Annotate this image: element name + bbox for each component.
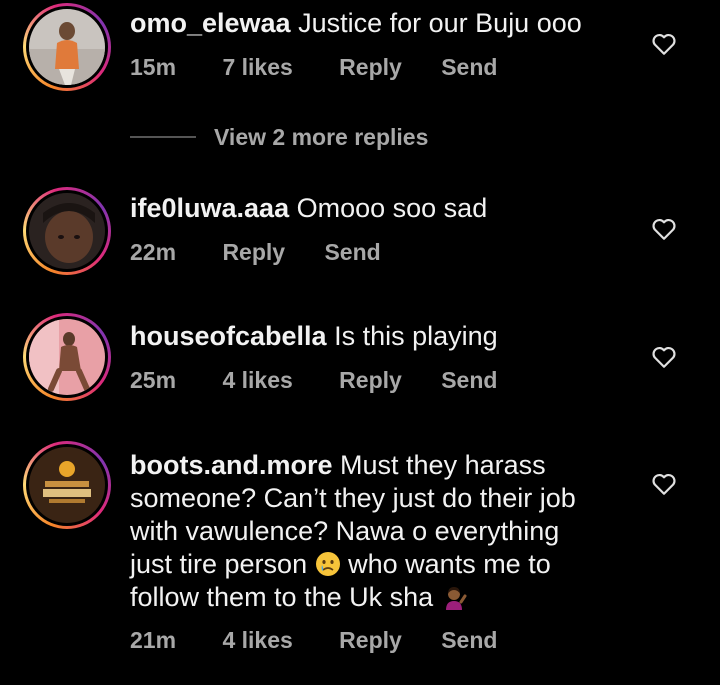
divider-line xyxy=(130,136,196,138)
avatar xyxy=(29,193,105,269)
comment-body: Justice for our Buju ooo xyxy=(298,8,582,38)
avatar-story-ring[interactable] xyxy=(23,3,111,91)
comment-meta: 25m 4 likes Reply Send xyxy=(130,367,533,394)
comment-time: 21m xyxy=(130,627,177,653)
send-button[interactable]: Send xyxy=(441,367,497,394)
comment-username[interactable]: houseofcabella xyxy=(130,321,327,351)
comment-text: ife0luwa.aaa Omooo soo sad xyxy=(130,192,600,225)
heart-icon[interactable] xyxy=(651,32,677,56)
heart-icon[interactable] xyxy=(651,217,677,241)
avatar-story-ring[interactable] xyxy=(23,441,111,529)
comment-username[interactable]: ife0luwa.aaa xyxy=(130,193,289,223)
reply-button[interactable]: Reply xyxy=(222,239,285,266)
send-button[interactable]: Send xyxy=(324,239,380,266)
comment-meta: 21m 4 likes Reply Send xyxy=(130,627,533,654)
comment-meta: 22m Reply Send xyxy=(130,239,417,266)
woman-tipping-hand-emoji-icon xyxy=(445,587,467,610)
avatar xyxy=(29,9,105,85)
comment-likes[interactable]: 7 likes xyxy=(222,54,292,81)
comment-likes[interactable]: 4 likes xyxy=(222,627,292,654)
comment-username[interactable]: boots.and.more xyxy=(130,450,333,480)
comment-text: houseofcabella Is this playing xyxy=(130,320,600,353)
send-button[interactable]: Send xyxy=(441,54,497,81)
crying-face-emoji-icon xyxy=(315,552,340,576)
comment-text: boots.and.more Must they harass someone?… xyxy=(130,449,600,614)
comment-text: omo_elewaa Justice for our Buju ooo xyxy=(130,7,600,40)
view-more-replies[interactable]: View 2 more replies xyxy=(130,123,428,151)
comment-meta: 15m 7 likes Reply Send xyxy=(130,54,533,81)
comment-time: 15m xyxy=(130,54,177,80)
comment-body: Omooo soo sad xyxy=(296,193,488,223)
reply-button[interactable]: Reply xyxy=(339,627,402,654)
heart-icon[interactable] xyxy=(651,345,677,369)
send-button[interactable]: Send xyxy=(441,627,497,654)
avatar xyxy=(29,319,105,395)
reply-button[interactable]: Reply xyxy=(339,367,402,394)
comment-time: 22m xyxy=(130,239,177,265)
comment-likes[interactable]: 4 likes xyxy=(222,367,292,394)
comment-username[interactable]: omo_elewaa xyxy=(130,8,291,38)
view-more-replies-label[interactable]: View 2 more replies xyxy=(214,124,428,151)
avatar-story-ring[interactable] xyxy=(23,187,111,275)
avatar-story-ring[interactable] xyxy=(23,313,111,401)
avatar xyxy=(29,447,105,523)
comment-time: 25m xyxy=(130,367,177,393)
comment-body: Is this playing xyxy=(334,321,498,351)
reply-button[interactable]: Reply xyxy=(339,54,402,81)
heart-icon[interactable] xyxy=(651,472,677,496)
